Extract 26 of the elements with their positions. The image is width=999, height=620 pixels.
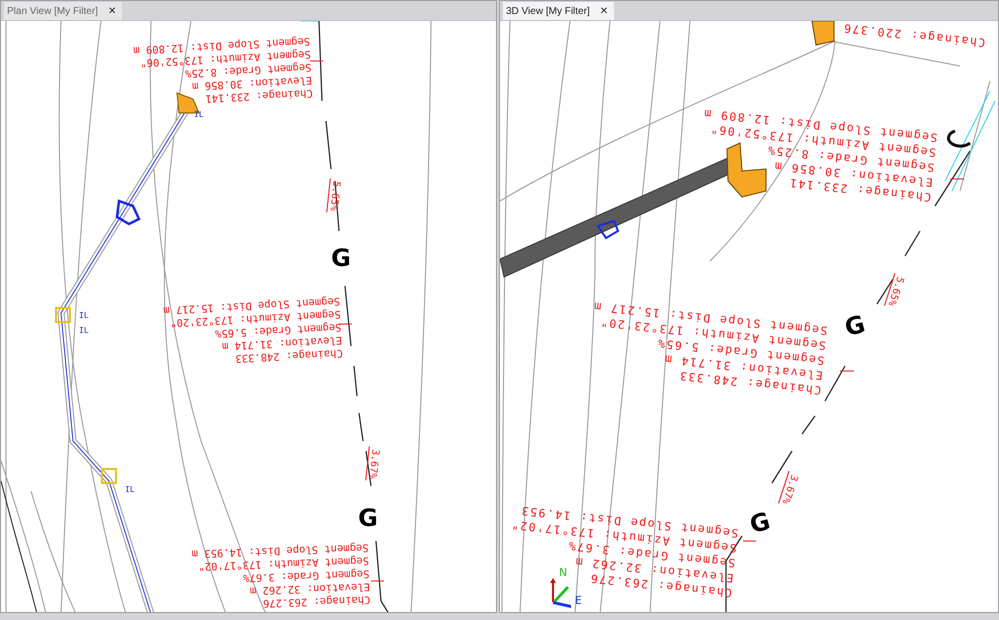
leader-line: [950, 178, 964, 180]
annotation-text: Chainage: 220.376: [842, 21, 986, 50]
marker-icon: [947, 130, 971, 148]
grade-marker: G: [331, 246, 351, 270]
invert-label: IL: [125, 486, 135, 494]
grade-marker: G: [358, 506, 378, 530]
invert-label: IL: [194, 111, 204, 119]
headwall-icon: [811, 21, 834, 46]
east-label: E: [575, 594, 582, 607]
view-tab[interactable]: Plan View [My Filter] ✕: [4, 2, 122, 20]
grade-label: 3.67%: [365, 446, 381, 482]
grade-marker: G: [747, 508, 773, 538]
leader-line: [370, 580, 384, 582]
north-label: N: [559, 566, 568, 579]
grade-label: 5.65%: [884, 272, 906, 310]
invert-label: IL: [79, 327, 89, 335]
close-button[interactable]: ✕: [598, 6, 610, 16]
leader-line: [840, 370, 854, 372]
close-button[interactable]: ✕: [106, 6, 118, 16]
leader-line: [742, 540, 756, 542]
grade-label: 5.65%: [326, 178, 342, 214]
grade-label: 3.67%: [778, 470, 800, 508]
leader-line: [310, 60, 324, 62]
grade-marker: G: [842, 312, 868, 340]
invert-label: IL: [79, 312, 89, 320]
view-tab[interactable]: 3D View [My Filter] ✕: [503, 2, 614, 20]
